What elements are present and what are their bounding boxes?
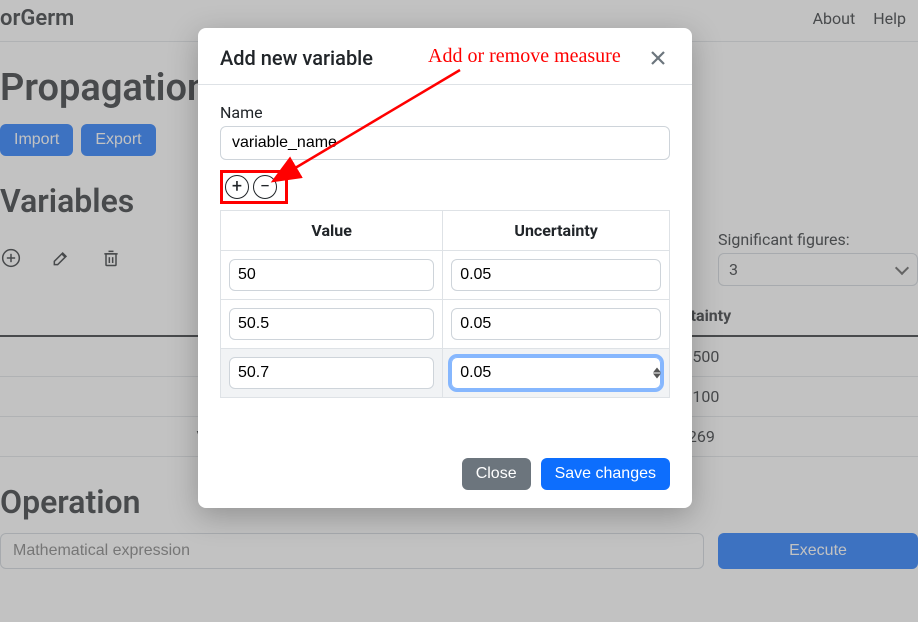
uncertainty-input[interactable] <box>451 308 661 340</box>
modal-body: Name + − Value Uncertainty <box>198 84 692 408</box>
measures-table: Value Uncertainty <box>220 210 670 398</box>
col-value: Value <box>221 211 443 251</box>
modal-footer: Close Save changes <box>198 408 692 508</box>
value-input[interactable] <box>229 308 434 340</box>
add-variable-modal: Add new variable Name + − Value Uncertai… <box>198 28 692 508</box>
save-button[interactable]: Save changes <box>541 458 670 490</box>
measure-row <box>221 300 670 349</box>
uncertainty-input[interactable] <box>451 259 661 291</box>
close-button[interactable]: Close <box>462 458 531 490</box>
col-uncertainty: Uncertainty <box>443 211 670 251</box>
annotation-text: Add or remove measure <box>428 45 621 68</box>
measure-row <box>221 349 670 398</box>
value-input[interactable] <box>229 259 434 291</box>
number-spinner <box>653 368 661 379</box>
annotation-highlight: + − <box>220 170 288 204</box>
variable-name-input[interactable] <box>220 126 670 160</box>
add-measure-button[interactable]: + <box>225 175 249 199</box>
measure-row <box>221 251 670 300</box>
remove-measure-button[interactable]: − <box>253 175 277 199</box>
add-remove-row: + − <box>220 170 670 204</box>
uncertainty-input[interactable] <box>451 357 661 389</box>
close-icon[interactable] <box>646 46 670 70</box>
value-input[interactable] <box>229 357 434 389</box>
spinner-down-icon[interactable] <box>653 374 661 379</box>
modal-title: Add new variable <box>220 46 373 70</box>
name-label: Name <box>220 103 670 122</box>
spinner-up-icon[interactable] <box>653 368 661 373</box>
